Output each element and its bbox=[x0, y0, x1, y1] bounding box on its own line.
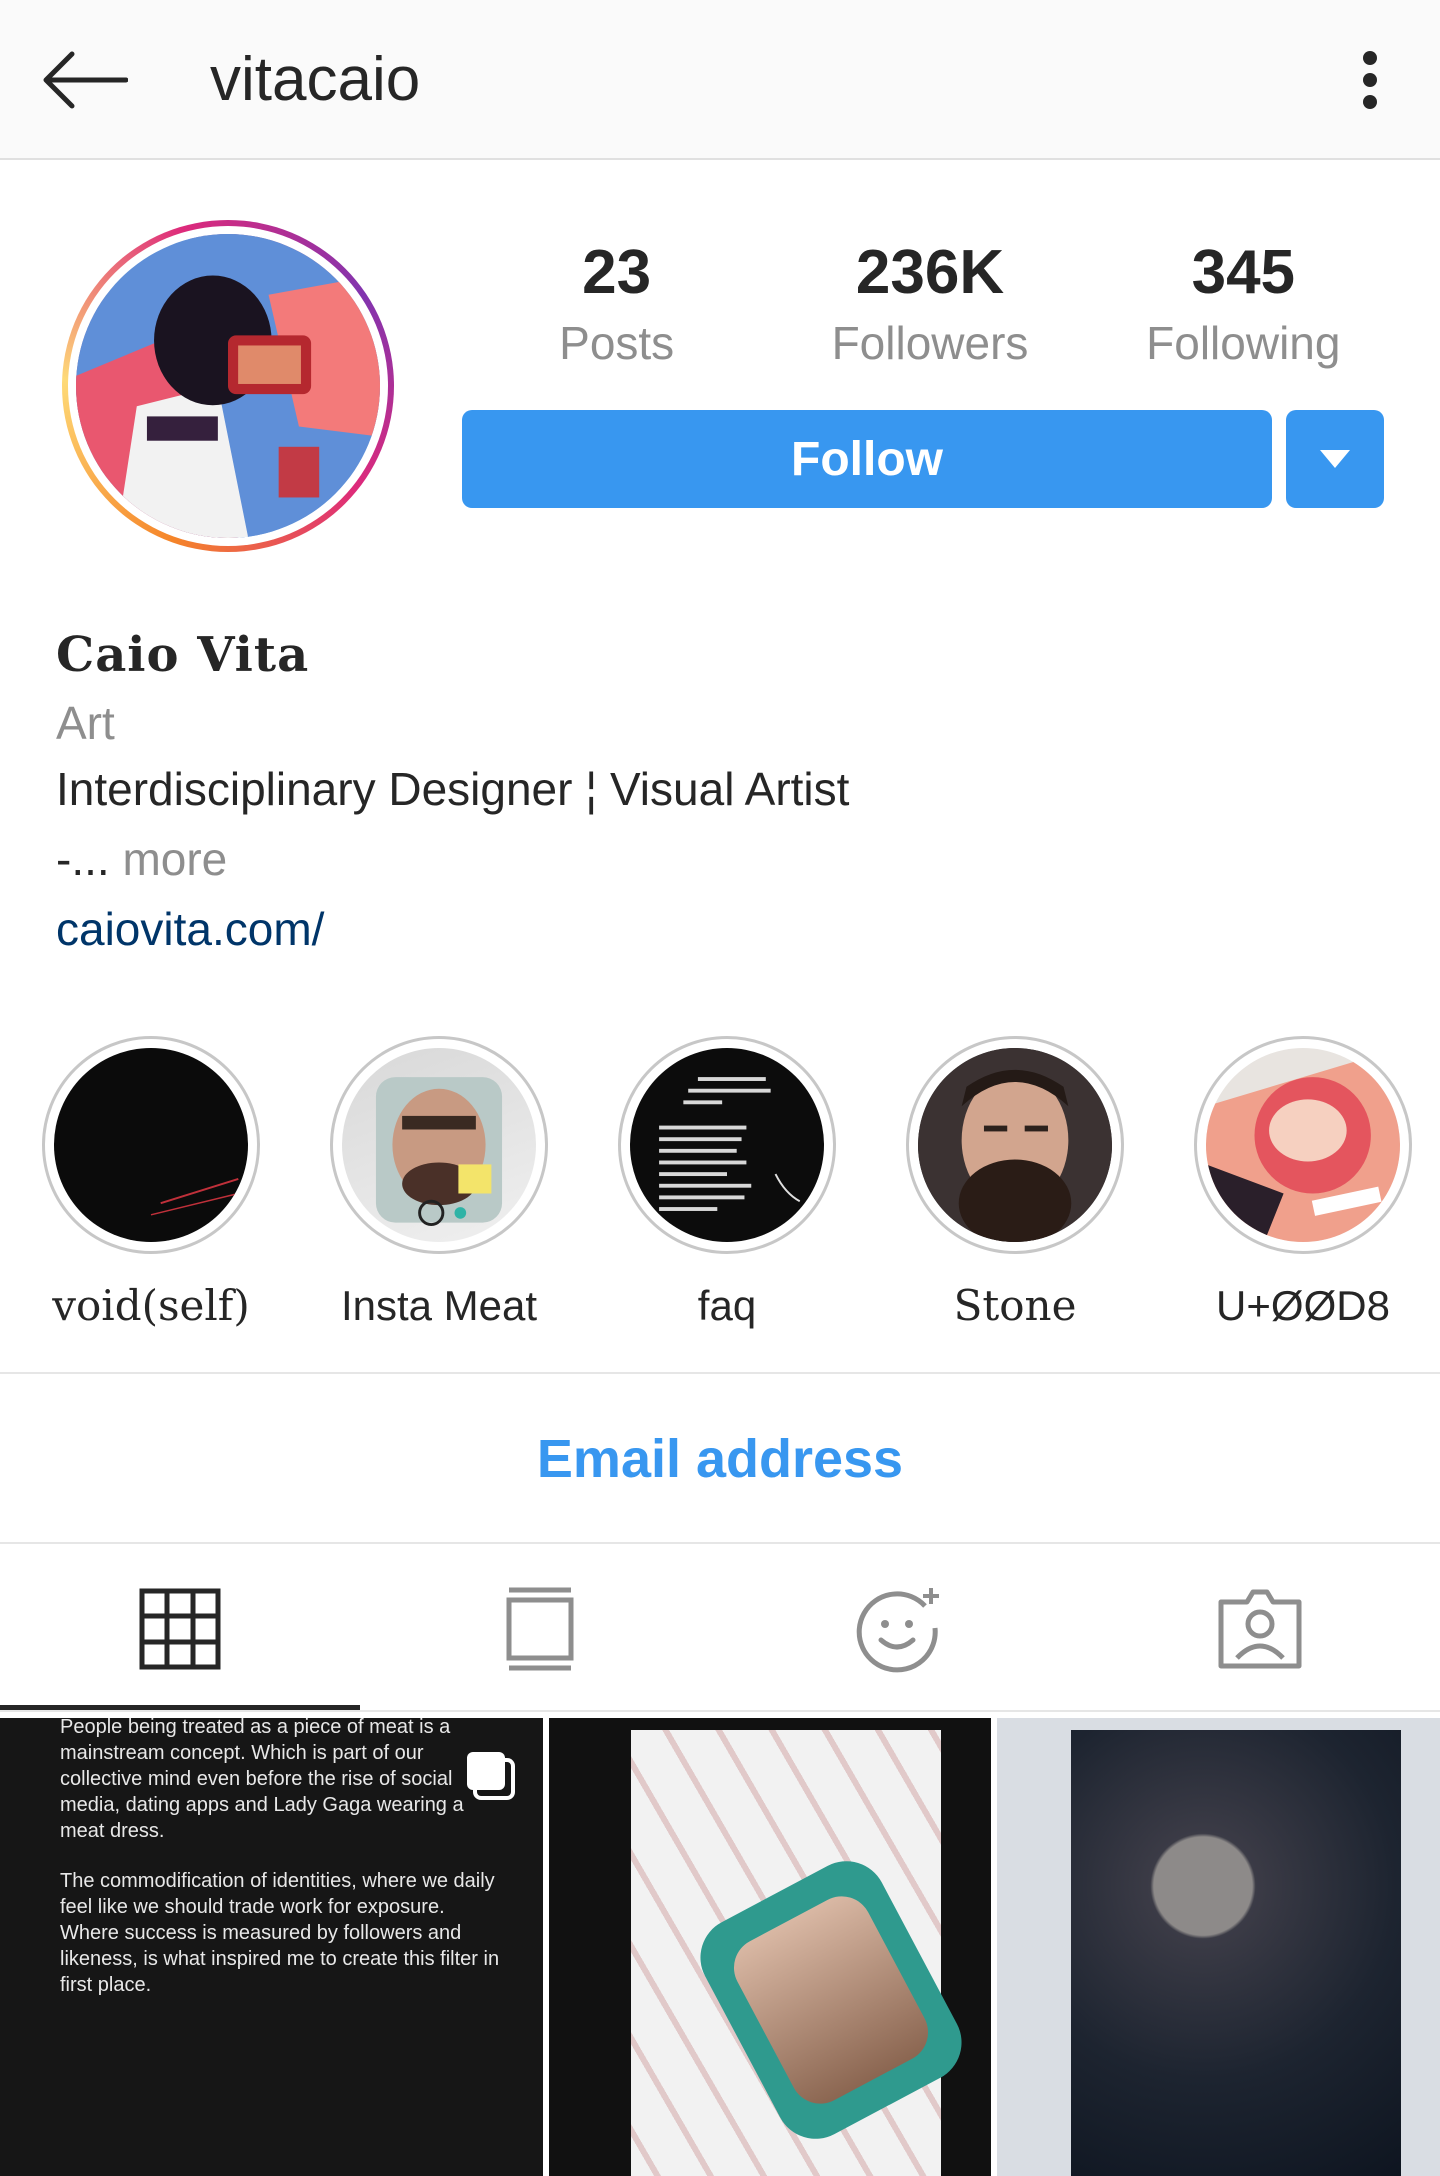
post-image bbox=[630, 1730, 976, 2176]
highlight-label: Stone bbox=[953, 1281, 1077, 1330]
highlight-insta-meat[interactable]: Insta Meat bbox=[324, 1036, 554, 1336]
post-thumbnail[interactable] bbox=[997, 1718, 1440, 2176]
profile-avatar-ring[interactable] bbox=[62, 220, 394, 552]
multiple-photos-icon bbox=[466, 1752, 515, 1800]
highlight-label: faq bbox=[697, 1282, 757, 1329]
followers-count[interactable]: 236K Followers bbox=[773, 236, 1086, 386]
back-button[interactable] bbox=[30, 30, 140, 130]
bio-truncated: -... bbox=[56, 833, 110, 885]
highlight-cover bbox=[918, 1048, 1112, 1242]
stat-label: Posts bbox=[559, 317, 675, 369]
caret-down-icon bbox=[1320, 450, 1350, 468]
story-highlights: void(self) Insta Meat faq Stone U+ØØD8 bbox=[0, 1036, 1440, 1336]
tabs-divider bbox=[0, 1710, 1440, 1712]
profile-bio: Caio Vita Art Interdisciplinary Designer… bbox=[56, 620, 1376, 962]
highlight-cover bbox=[54, 1048, 248, 1242]
highlight-u-00d8[interactable]: U+ØØD8 bbox=[1188, 1036, 1418, 1336]
highlight-faq[interactable]: faq bbox=[612, 1036, 842, 1336]
grid-icon bbox=[139, 1588, 221, 1670]
stat-value: 345 bbox=[1191, 238, 1296, 307]
profile-stats: 23 Posts 236K Followers 345 Following bbox=[460, 236, 1400, 386]
highlight-cover bbox=[630, 1048, 824, 1242]
arrow-left-icon bbox=[43, 51, 128, 109]
stat-label: Following bbox=[1146, 317, 1341, 369]
highlight-cover bbox=[1206, 1048, 1400, 1242]
highlight-stone[interactable]: Stone bbox=[900, 1036, 1130, 1336]
following-count[interactable]: 345 Following bbox=[1087, 236, 1400, 386]
suggestions-dropdown-button[interactable] bbox=[1286, 410, 1384, 508]
top-app-bar: vitacaio bbox=[0, 0, 1440, 160]
feed-icon bbox=[506, 1587, 574, 1671]
posts-count[interactable]: 23 Posts bbox=[460, 236, 773, 386]
more-options-button[interactable] bbox=[1330, 30, 1410, 130]
tagged-icon bbox=[1218, 1589, 1302, 1669]
website-link[interactable]: caiovita.com/ bbox=[56, 896, 1376, 962]
profile-username: vitacaio bbox=[210, 45, 421, 114]
profile-category: Art bbox=[56, 697, 115, 749]
highlight-label: Insta Meat bbox=[340, 1282, 538, 1329]
stat-value: 236K bbox=[855, 238, 1005, 307]
post-thumbnail[interactable]: People being treated as a piece of meat … bbox=[0, 1718, 543, 2176]
bio-more-line: -... more bbox=[56, 822, 1376, 896]
stat-label: Followers bbox=[831, 317, 1029, 369]
post-grid: People being treated as a piece of meat … bbox=[0, 1718, 1440, 2176]
vertical-dots-icon bbox=[1363, 51, 1377, 109]
tab-tagged[interactable] bbox=[1080, 1544, 1440, 1714]
bio-more-link[interactable]: more bbox=[122, 833, 227, 885]
post-thumbnail[interactable] bbox=[548, 1718, 992, 2176]
stat-value: 23 bbox=[582, 238, 652, 307]
effects-icon bbox=[856, 1588, 939, 1673]
email-address-button[interactable]: Email address bbox=[0, 1376, 1440, 1542]
full-name: Caio Vita bbox=[56, 627, 310, 683]
bio-text: Interdisciplinary Designer ¦ Visual Arti… bbox=[56, 763, 850, 815]
follow-button[interactable]: Follow bbox=[462, 410, 1272, 508]
tab-grid[interactable] bbox=[0, 1544, 360, 1714]
highlight-label: U+ØØD8 bbox=[1216, 1282, 1390, 1329]
post-text: The commodification of identities, where… bbox=[60, 1870, 500, 1996]
section-divider bbox=[0, 1372, 1440, 1374]
tab-effects[interactable] bbox=[720, 1544, 1080, 1714]
avatar-illustration bbox=[76, 234, 380, 538]
highlight-label: void(self) bbox=[52, 1281, 250, 1330]
profile-tabs bbox=[0, 1544, 1440, 1714]
highlight-cover bbox=[342, 1048, 536, 1242]
post-text: People being treated as a piece of meat … bbox=[60, 1718, 464, 1842]
avatar bbox=[76, 234, 380, 538]
post-image bbox=[1071, 1730, 1402, 2176]
highlight-void-self[interactable]: void(self) bbox=[36, 1036, 266, 1336]
tab-feed[interactable] bbox=[360, 1544, 720, 1714]
